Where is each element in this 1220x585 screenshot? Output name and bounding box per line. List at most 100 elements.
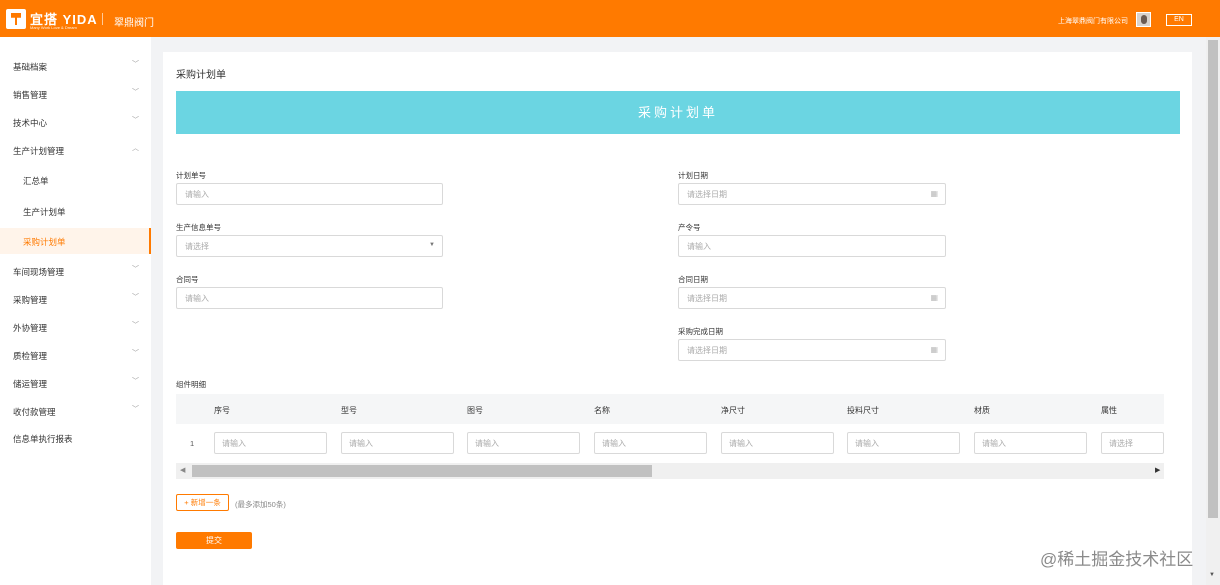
placeholder: 请选择日期 [687, 294, 727, 303]
company-name: 上海翠鼎阀门有限公司 [1058, 18, 1128, 25]
placeholder: 请选择日期 [687, 190, 727, 199]
sidebar-item-purchase-plan[interactable]: 采购计划单 [0, 228, 151, 254]
plan-date-picker[interactable]: 请选择日期 ▦ [678, 183, 946, 205]
plan-no-input[interactable]: 请输入 [176, 183, 443, 205]
sidebar-item-label: 收付款管理 [13, 407, 56, 417]
column-header: 图号 [467, 406, 483, 415]
top-bar [0, 0, 1220, 37]
table-header [176, 394, 1164, 424]
sidebar-item-sales[interactable]: 销售管理 ﹀ [0, 81, 151, 107]
scroll-left-arrow-icon[interactable]: ◀ [180, 466, 185, 474]
placeholder: 请选择日期 [687, 346, 727, 355]
contract-no-label: 合同号 [176, 275, 199, 284]
logo-divider [102, 13, 103, 25]
table-cell-input[interactable]: 请输入 [214, 432, 327, 454]
calendar-icon: ▦ [930, 189, 938, 198]
placeholder: 请输入 [475, 439, 499, 448]
placeholder: 请输入 [222, 439, 246, 448]
chevron-down-icon: ﹀ [132, 266, 139, 273]
chevron-down-icon: ﹀ [132, 350, 139, 357]
purchase-done-date-picker[interactable]: 请选择日期 ▦ [678, 339, 946, 361]
scroll-down-arrow-icon[interactable]: ▼ [1209, 572, 1215, 578]
component-detail-label: 组件明细 [176, 380, 206, 389]
table-cell-input[interactable]: 请输入 [341, 432, 454, 454]
sidebar-item-quality[interactable]: 质检管理 ﹀ [0, 342, 151, 368]
column-header: 投料尺寸 [847, 406, 879, 415]
prod-info-label: 生产信息单号 [176, 223, 221, 232]
table-cell-input[interactable]: 请输入 [467, 432, 580, 454]
column-header: 名称 [594, 406, 610, 415]
form-banner: 采购计划单 [176, 91, 1180, 134]
prod-info-select[interactable]: 请选择 ▼ [176, 235, 443, 257]
sidebar-item-label: 生产计划管理 [13, 146, 65, 156]
calendar-icon: ▦ [930, 345, 938, 354]
chevron-down-icon: ﹀ [132, 89, 139, 96]
plan-date-label: 计划日期 [678, 171, 708, 180]
sidebar-item-tech-center[interactable]: 技术中心 ﹀ [0, 109, 151, 135]
placeholder: 请输入 [687, 242, 711, 251]
yida-logo-icon[interactable] [6, 9, 26, 29]
order-no-input[interactable]: 请输入 [678, 235, 946, 257]
placeholder: 请选择 [1109, 439, 1133, 448]
sidebar-item-outsourcing[interactable]: 外协管理 ﹀ [0, 314, 151, 340]
chevron-down-icon: ﹀ [132, 294, 139, 301]
sidebar-item-label: 质检管理 [13, 351, 48, 361]
row-number: 1 [190, 439, 195, 448]
watermark: @稀土掘金技术社区 [1040, 550, 1194, 569]
chevron-down-icon: ﹀ [132, 406, 139, 413]
purchase-done-label: 采购完成日期 [678, 327, 723, 336]
table-cell-input[interactable]: 请输入 [721, 432, 834, 454]
caret-down-icon: ▼ [429, 242, 435, 248]
logo-tagline: Many Work Love & Dream [30, 25, 77, 30]
user-avatar[interactable] [1136, 12, 1151, 27]
table-cell-input[interactable]: 请输入 [594, 432, 707, 454]
column-header: 净尺寸 [721, 406, 745, 415]
contract-date-label: 合同日期 [678, 275, 708, 284]
order-no-label: 产令号 [678, 223, 701, 232]
placeholder: 请输入 [349, 439, 373, 448]
plan-no-label: 计划单号 [176, 171, 206, 180]
sidebar-item-production-plan[interactable]: 生产计划管理 ︿ [0, 137, 151, 163]
sidebar-item-label: 车间现场管理 [13, 267, 65, 277]
table-cell-select[interactable]: 请选择 [1101, 432, 1164, 454]
vertical-scroll-thumb[interactable] [1208, 40, 1218, 518]
contract-date-picker[interactable]: 请选择日期 ▦ [678, 287, 946, 309]
sidebar-item-label: 储运管理 [13, 379, 48, 389]
scroll-right-arrow-icon[interactable]: ▶ [1155, 466, 1160, 474]
chevron-down-icon: ﹀ [132, 322, 139, 329]
table-cell-input[interactable]: 请输入 [974, 432, 1087, 454]
sidebar-item-payments[interactable]: 收付款管理 ﹀ [0, 398, 151, 424]
add-row-button[interactable]: + 新增一条 [176, 494, 229, 511]
sidebar-item-label: 生产计划单 [23, 207, 66, 217]
placeholder: 请输入 [729, 439, 753, 448]
app-name[interactable]: 翠鼎阀门 [114, 14, 154, 29]
sidebar-item-summary[interactable]: 汇总单 [0, 167, 151, 193]
chevron-down-icon: ﹀ [132, 61, 139, 68]
sidebar-item-label: 技术中心 [13, 118, 48, 128]
sidebar-item-production-plan-sheet[interactable]: 生产计划单 [0, 198, 151, 224]
page-title: 采购计划单 [176, 70, 226, 81]
sidebar-item-report[interactable]: 信息单执行报表 [0, 425, 151, 451]
add-limit-hint: (最多添加50条) [235, 500, 286, 509]
column-header: 属性 [1101, 406, 1117, 415]
placeholder: 请选择 [185, 242, 209, 251]
sidebar-item-label: 汇总单 [23, 176, 49, 186]
placeholder: 请输入 [602, 439, 626, 448]
sidebar-item-label: 销售管理 [13, 90, 48, 100]
submit-button[interactable]: 提交 [176, 532, 252, 549]
sidebar-item-purchasing[interactable]: 采购管理 ﹀ [0, 286, 151, 312]
horizontal-scroll-thumb[interactable] [192, 465, 652, 477]
contract-no-input[interactable]: 请输入 [176, 287, 443, 309]
placeholder: 请输入 [185, 190, 209, 199]
sidebar-item-basic-archive[interactable]: 基础档案 ﹀ [0, 53, 151, 79]
column-header: 序号 [214, 406, 230, 415]
column-header: 型号 [341, 406, 357, 415]
table-cell-input[interactable]: 请输入 [847, 432, 960, 454]
sidebar-item-workshop[interactable]: 车间现场管理 ﹀ [0, 258, 151, 284]
sidebar-item-logistics[interactable]: 储运管理 ﹀ [0, 370, 151, 396]
chevron-down-icon: ﹀ [132, 378, 139, 385]
sidebar-item-label: 采购管理 [13, 295, 48, 305]
sidebar-item-label: 外协管理 [13, 323, 48, 333]
language-switch-button[interactable]: EN [1166, 14, 1192, 26]
placeholder: 请输入 [982, 439, 1006, 448]
